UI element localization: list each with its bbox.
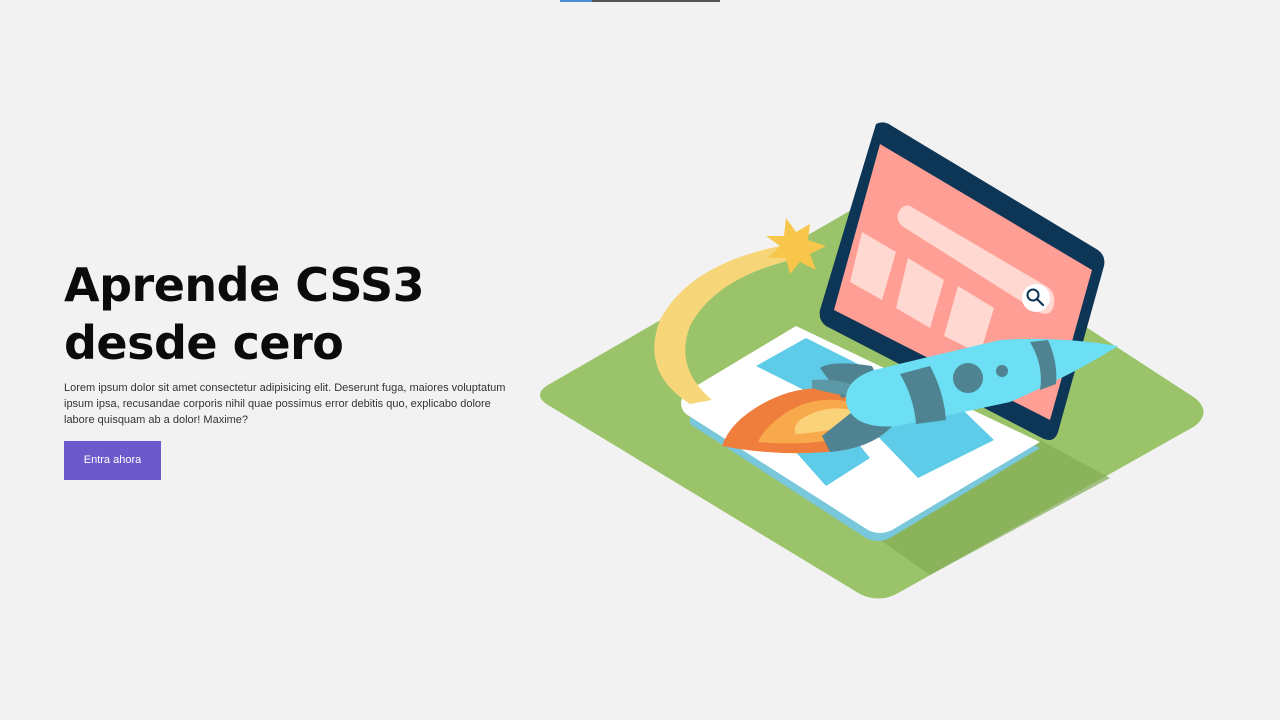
cta-button[interactable]: Entra ahora — [64, 441, 161, 480]
rocket-window-small — [996, 365, 1008, 377]
search-button-bg — [1022, 284, 1050, 312]
hero-title-line2: desde cero — [64, 316, 344, 370]
top-progress-accent — [560, 0, 592, 2]
hero-section: Aprende CSS3 desde cero Lorem ipsum dolo… — [64, 256, 524, 480]
top-progress-indicator — [560, 0, 720, 2]
hero-illustration — [540, 122, 1204, 599]
landing-page: Aprende CSS3 desde cero Lorem ipsum dolo… — [0, 0, 1280, 720]
hero-description: Lorem ipsum dolor sit amet consectetur a… — [64, 382, 506, 426]
hero-title: Aprende CSS3 desde cero — [64, 256, 524, 372]
hero-title-line1: Aprende CSS3 — [64, 258, 425, 312]
rocket-window-large — [953, 363, 983, 393]
